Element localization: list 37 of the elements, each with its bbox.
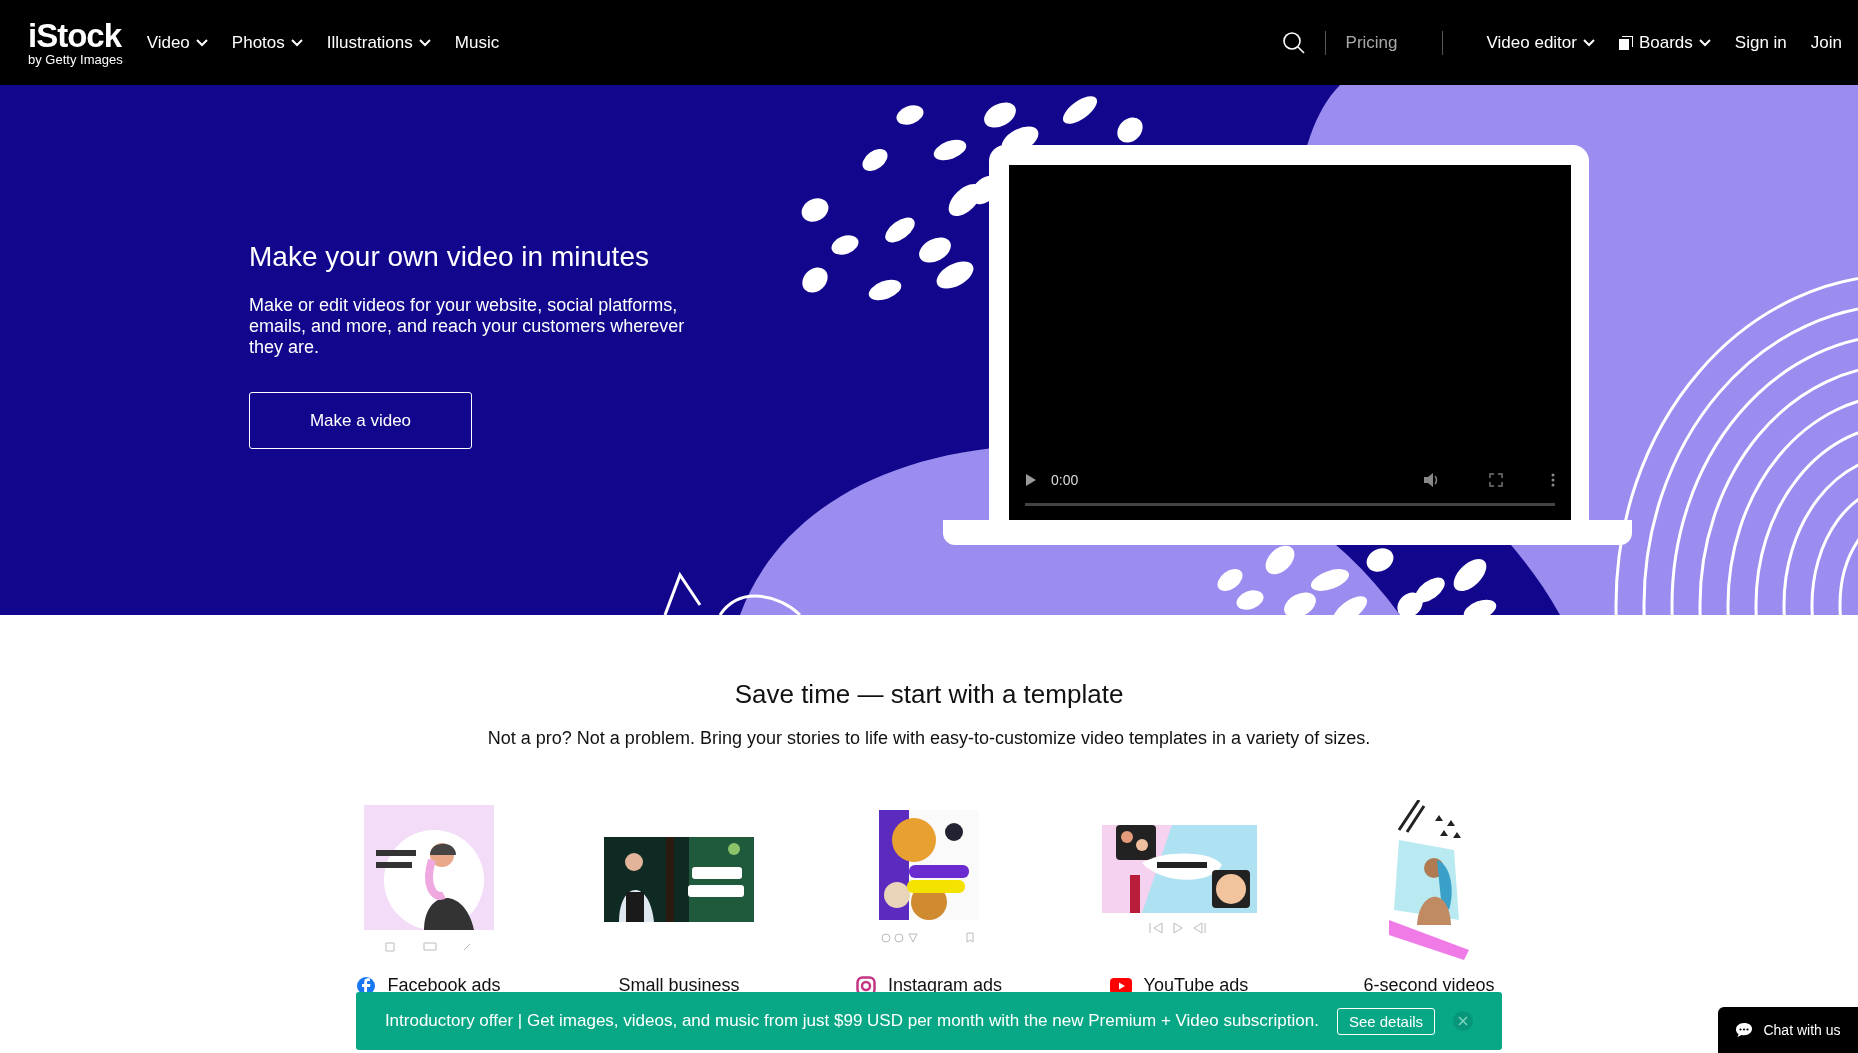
search-icon[interactable] bbox=[1282, 31, 1305, 54]
nav-link[interactable]: Pricing bbox=[1345, 32, 1398, 53]
boards-icon bbox=[1618, 35, 1633, 50]
template-label[interactable]: 6-second videos bbox=[1363, 975, 1495, 996]
section-subtitle: Not a pro? Not a problem. Bring your stories to life with easy-to-customize video templates in a variety of sizes. bbox=[487, 728, 1371, 749]
caret-icon bbox=[1698, 38, 1711, 47]
hero-title: Make your own video in minutes bbox=[249, 241, 650, 273]
play-icon[interactable] bbox=[1025, 473, 1037, 487]
nav-link[interactable]: Photos bbox=[231, 32, 303, 53]
video-player[interactable]: 0:00 bbox=[1009, 165, 1571, 520]
template-label[interactable]: YouTube ads bbox=[1143, 975, 1249, 996]
hero-text: Make or edit videos for your website, social platforms, emails, and more, and reach your customers wherever they are. bbox=[249, 295, 686, 358]
caret-icon bbox=[418, 38, 431, 47]
video-time: 0:00 bbox=[1051, 472, 1079, 488]
offer-text: Introductory offer | Get images, videos, and music from just $99 USD per month with the new Premium + Video subscription. bbox=[384, 1011, 1319, 1031]
caret-icon bbox=[1582, 38, 1595, 47]
make-video-button[interactable]: Make a video bbox=[249, 392, 472, 449]
more-icon[interactable] bbox=[1551, 473, 1555, 487]
logo-tagline: by Getty Images bbox=[28, 53, 123, 66]
nav-link[interactable]: Sign in bbox=[1734, 32, 1787, 53]
nav-link[interactable]: Video bbox=[146, 32, 208, 53]
template-label[interactable]: Instagram ads bbox=[887, 975, 1003, 996]
caret-icon bbox=[290, 38, 303, 47]
nav-link[interactable]: Video editor bbox=[1486, 32, 1595, 53]
chat-icon bbox=[1735, 1022, 1754, 1038]
fullscreen-icon[interactable] bbox=[1489, 473, 1503, 487]
chat-button-label[interactable]: Chat with us bbox=[1763, 1022, 1841, 1038]
nav-link[interactable]: Music bbox=[454, 32, 500, 53]
caret-icon bbox=[195, 38, 208, 47]
nav-link[interactable]: Illustrations bbox=[326, 32, 431, 53]
youtube-icon bbox=[1109, 977, 1132, 994]
nav-link[interactable]: Join bbox=[1810, 32, 1842, 53]
nav-link[interactable]: Boards bbox=[1618, 32, 1711, 53]
template-label[interactable]: Facebook ads bbox=[387, 975, 501, 996]
section-title: Save time — start with a template bbox=[734, 679, 1124, 710]
logo[interactable]: iStock bbox=[28, 19, 123, 52]
template-label[interactable]: Small business bbox=[618, 975, 740, 996]
